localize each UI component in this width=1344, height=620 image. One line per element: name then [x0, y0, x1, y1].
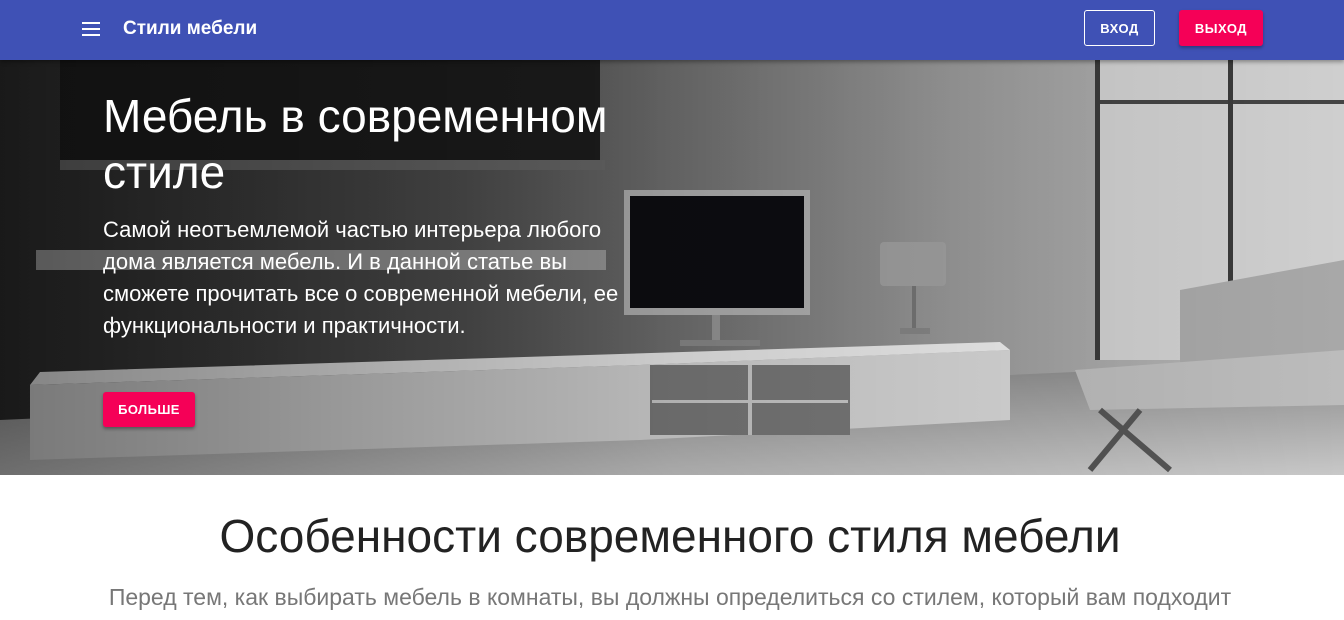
more-button[interactable]: БОЛЬШЕ [103, 392, 195, 427]
app-title: Стили мебели [123, 18, 258, 39]
hero-description: Самой неотъемлемой частью интерьера любо… [103, 217, 619, 338]
app-bar: Стили мебели ВХОД ВЫХОД [0, 0, 1344, 60]
login-button[interactable]: ВХОД [1084, 10, 1155, 46]
hamburger-menu-icon [82, 22, 100, 36]
logout-button[interactable]: ВЫХОД [1179, 10, 1263, 46]
hero-title: Мебель в современном стиле [103, 90, 608, 198]
menu-button[interactable] [76, 14, 106, 44]
section-title: Особенности современного стиля мебели [219, 510, 1121, 562]
hero-banner: Мебель в современном стиле Самой неотъем… [0, 60, 1344, 475]
section-paragraph: Перед тем, как выбирать мебель в комнаты… [108, 584, 1232, 610]
